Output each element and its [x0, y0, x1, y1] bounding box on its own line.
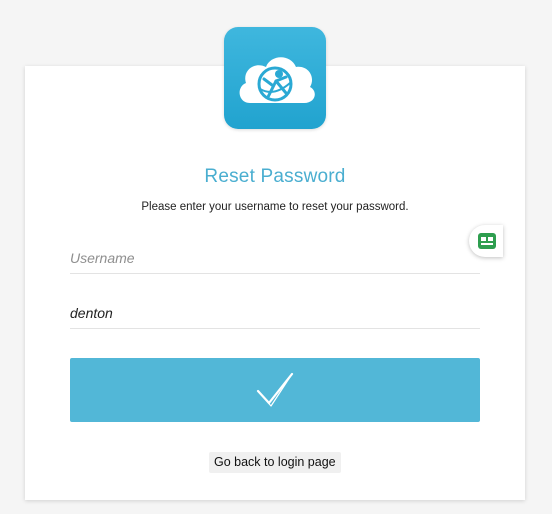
- username-input[interactable]: [70, 243, 480, 274]
- instructions-text: Please enter your username to reset your…: [141, 201, 409, 213]
- value-input[interactable]: [70, 298, 480, 329]
- back-to-login-link[interactable]: Go back to login page: [209, 452, 341, 473]
- password-manager-button[interactable]: [469, 225, 503, 257]
- app-logo-icon: [224, 27, 326, 129]
- page-title: Reset Password: [204, 166, 346, 187]
- submit-button[interactable]: [70, 358, 480, 422]
- checkmark-icon: [256, 372, 294, 407]
- password-manager-icon: [478, 233, 496, 249]
- reset-password-page: Reset Password Please enter your usernam…: [0, 0, 552, 514]
- reset-card: [25, 66, 525, 500]
